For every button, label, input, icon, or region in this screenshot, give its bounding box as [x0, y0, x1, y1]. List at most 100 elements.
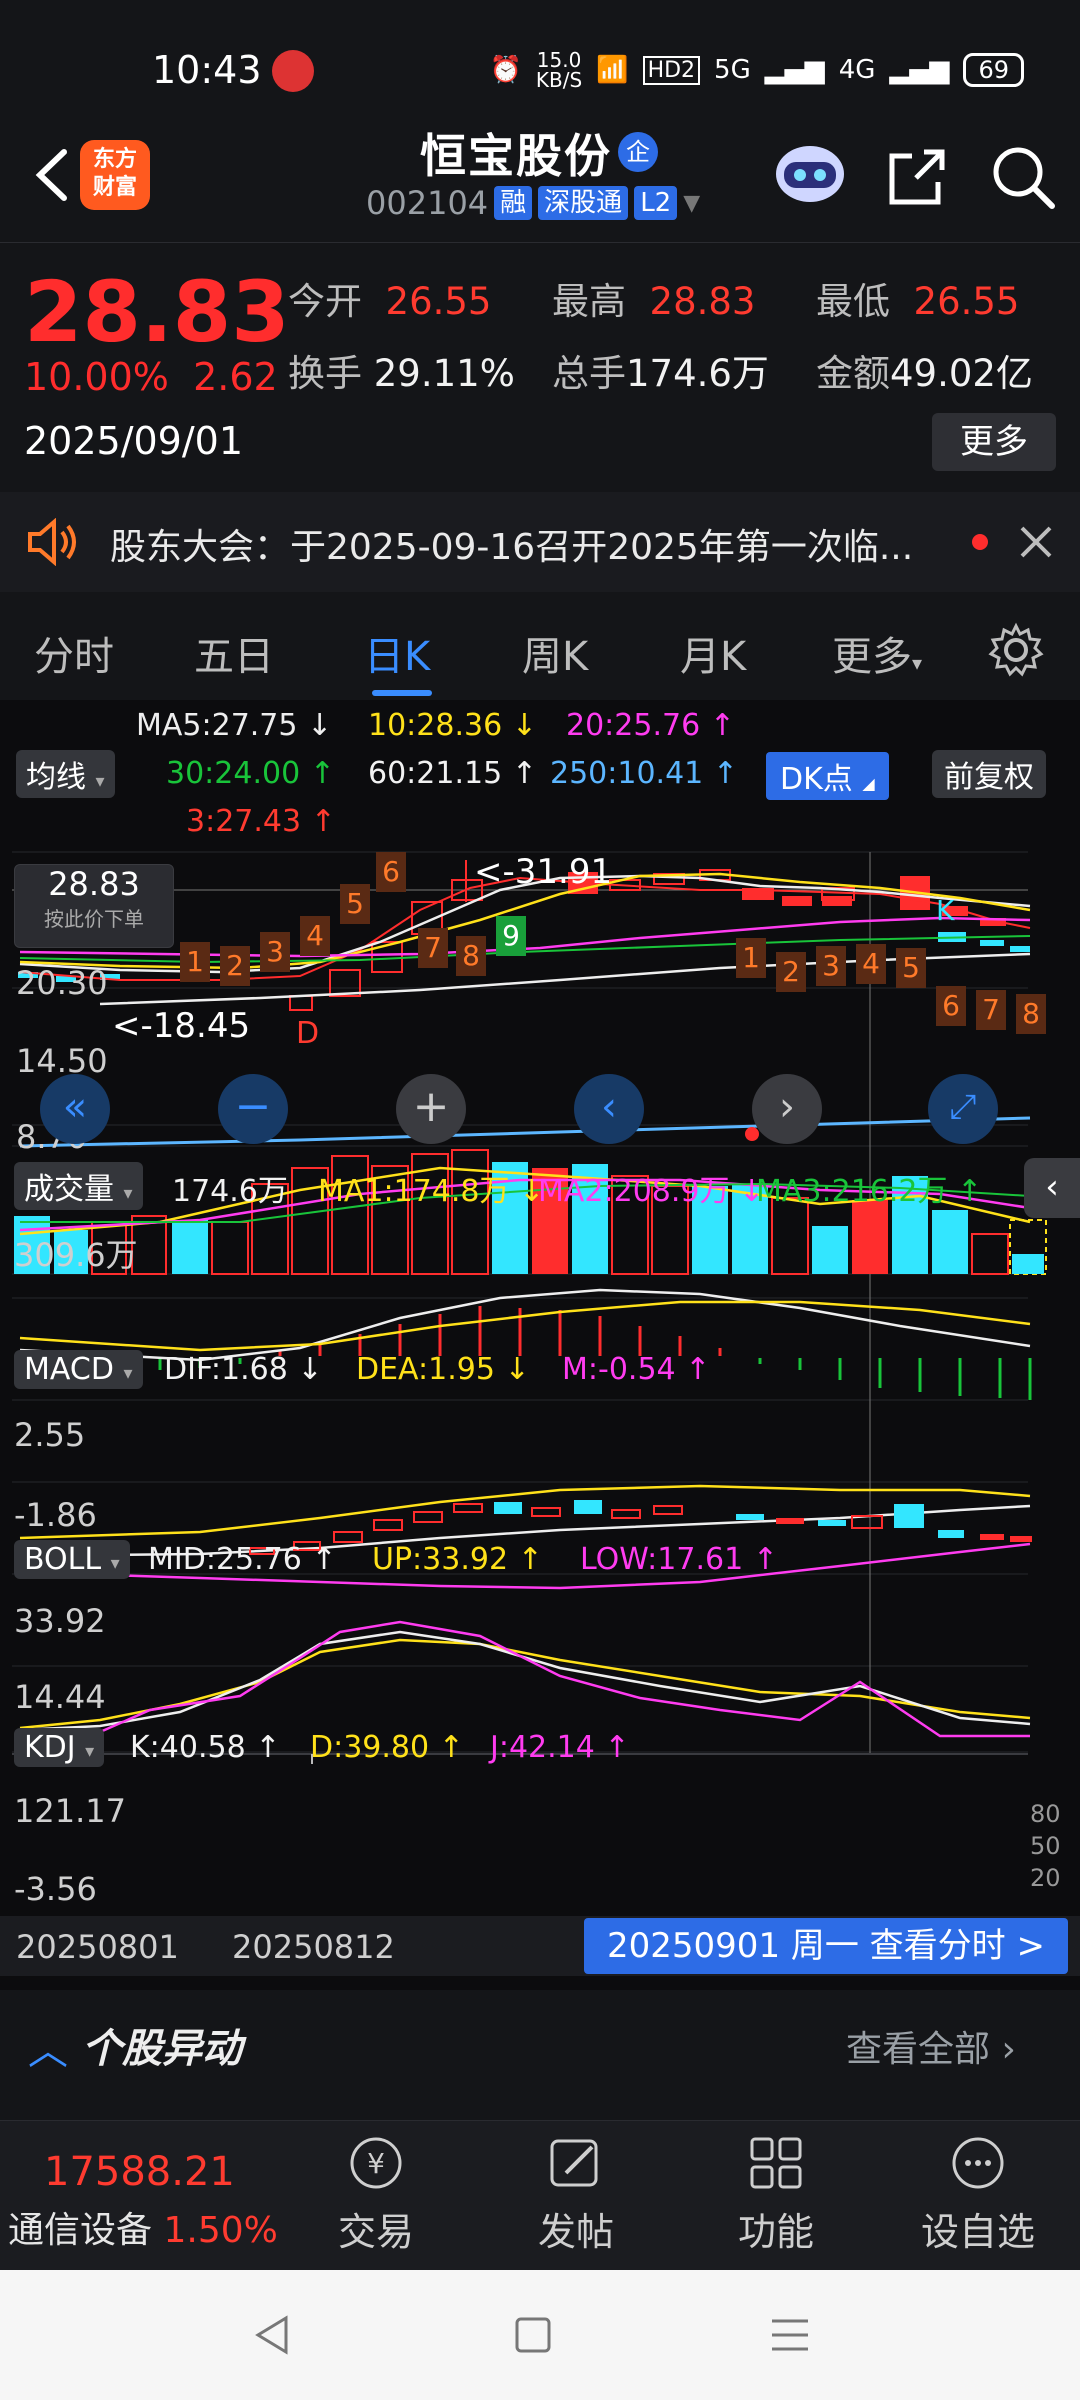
yen-exchange-icon: ¥	[350, 2137, 402, 2189]
quote-volume: 总手174.6万	[552, 352, 769, 395]
tab-intraday[interactable]: 分时	[34, 624, 114, 682]
connect-tag: 深股通	[538, 186, 629, 220]
minus-icon[interactable]: −	[218, 1074, 288, 1144]
macd-selector-button[interactable]: MACD ▾	[14, 1350, 143, 1389]
view-all-link[interactable]: 查看全部 ›	[846, 2020, 1016, 2072]
signal-icon-2: ▂▄▆	[889, 55, 950, 85]
active-tab-underline	[372, 690, 432, 696]
seq-down-1: 1	[736, 938, 766, 978]
tab-monthly-k[interactable]: 月K	[680, 624, 746, 682]
level2-tag: L2	[634, 186, 678, 220]
seq-up-7: 7	[418, 928, 448, 968]
tab-five-day[interactable]: 五日	[194, 624, 274, 682]
boll-low: LOW:17.61 ↑	[580, 1542, 778, 1577]
timeline-date-1: 20250801	[16, 1928, 179, 1966]
boll-selector-button[interactable]: BOLL ▾	[14, 1540, 130, 1579]
nav-back-icon[interactable]	[252, 2314, 292, 2356]
more-quote-button[interactable]: 更多	[932, 413, 1056, 471]
notice-bar[interactable]: 股东大会：于2025-09-16召开2025年第一次临...	[0, 492, 1080, 592]
dk-point-button[interactable]: DK点 ◢	[766, 752, 889, 800]
ma-selector-button[interactable]: 均线 ▾	[16, 750, 115, 798]
seq-up-9: 9	[496, 916, 526, 956]
zoom-out-far-icon[interactable]: «	[40, 1074, 110, 1144]
quote-turnover: 换手 29.11%	[288, 352, 515, 395]
nav-menu-icon[interactable]	[770, 2316, 810, 2354]
volume-ma1: MA1:174.8万 ↓	[318, 1174, 545, 1209]
chevron-right-icon[interactable]: ›	[752, 1074, 822, 1144]
more-dots-icon	[952, 2137, 1004, 2189]
boll-up: UP:33.92 ↑	[372, 1542, 543, 1577]
boll-axis-bottom: 14.44	[14, 1678, 106, 1716]
ma3-value: 3:27.43 ↑	[186, 804, 336, 839]
chevron-left-icon[interactable]: ‹	[574, 1074, 644, 1144]
chevron-up-icon[interactable]: ︿	[28, 2018, 68, 2076]
hd-badge: HD2	[642, 55, 701, 85]
sector-index[interactable]: 17588.21 通信设备 1.50%	[0, 2121, 290, 2271]
timeline-date-2: 20250812	[232, 1928, 395, 1966]
share-icon[interactable]	[882, 142, 952, 212]
app-notification-icon	[272, 50, 314, 92]
quote-open: 今开 26.55	[288, 280, 492, 323]
view-intraday-button[interactable]: 20250901 周一 查看分时 >	[584, 1918, 1068, 1974]
seq-up-6: 6	[376, 852, 406, 892]
collapse-panel-icon[interactable]: ‹	[1024, 1158, 1080, 1218]
trade-button[interactable]: ¥ 交易	[296, 2133, 456, 2256]
status-time: 10:43	[152, 48, 262, 92]
quote-high: 最高 28.83	[552, 280, 756, 323]
close-icon[interactable]	[1018, 524, 1054, 560]
settings-gear-icon[interactable]	[988, 622, 1044, 678]
search-icon[interactable]	[988, 142, 1058, 212]
kdj-level-50: 50	[1030, 1832, 1061, 1860]
alarm-icon: ⏰	[489, 55, 522, 85]
macd-axis-bottom: -1.86	[14, 1496, 97, 1534]
stock-movement-section: ︿ 个股异动 查看全部 ›	[0, 1990, 1080, 2100]
quote-date: 2025/09/01	[24, 419, 244, 463]
ma30-value: 30:24.00 ↑	[166, 756, 335, 791]
seq-down-5: 5	[896, 948, 926, 988]
seq-up-5: 5	[340, 884, 370, 924]
unread-dot	[972, 534, 988, 550]
app-logo: 东方 财富	[80, 140, 150, 210]
ma5-value: MA5:27.75 ↓	[136, 708, 333, 743]
seq-up-3: 3	[260, 932, 290, 972]
wifi-icon: 📶	[596, 55, 629, 85]
sector-index-value: 17588.21	[44, 2149, 235, 2195]
stock-name[interactable]: 恒宝股份	[420, 120, 612, 186]
price-change: 10.00% 2.62	[24, 355, 278, 399]
robot-assistant-icon[interactable]	[770, 136, 850, 208]
tab-weekly-k[interactable]: 周K	[522, 624, 588, 682]
fullscreen-icon[interactable]: ⤢	[928, 1074, 998, 1144]
kdj-selector-button[interactable]: KDJ ▾	[14, 1728, 105, 1767]
adjust-price-button[interactable]: 前复权	[932, 750, 1046, 798]
tab-daily-k[interactable]: 日K	[364, 624, 430, 682]
post-button[interactable]: 发帖	[496, 2133, 656, 2256]
volume-selector-button[interactable]: 成交量 ▾	[14, 1162, 143, 1210]
period-tabs: 分时 五日 日K 周K 月K 更多▾	[0, 600, 1080, 700]
kline-chart-area[interactable]: MA5:27.75 ↓ 10:28.36 ↓ 20:25.76 ↑ 均线 ▾ 3…	[0, 700, 1080, 1990]
order-price-hint: 按此价下单	[44, 907, 144, 931]
ma250-value: 250:10.41 ↑	[550, 756, 738, 791]
header: 东方 财富 恒宝股份 企 002104 融 深股通 L2 ▼	[0, 110, 1080, 242]
speaker-icon	[28, 518, 76, 566]
kdj-d: D:39.80 ↑	[310, 1730, 464, 1765]
plus-icon[interactable]: +	[396, 1074, 466, 1144]
function-button[interactable]: 功能	[696, 2133, 856, 2256]
nav-home-icon[interactable]	[514, 2316, 552, 2354]
add-watchlist-button[interactable]: 设自选	[898, 2133, 1058, 2256]
ma20-value: 20:25.76 ↑	[566, 708, 735, 743]
quote-panel: 28.83 10.00% 2.62 2025/09/01 今开 26.55 最高…	[0, 242, 1080, 482]
order-price-box[interactable]: 28.83 按此价下单	[14, 864, 174, 948]
seq-down-3: 3	[816, 946, 846, 986]
tab-more[interactable]: 更多▾	[832, 624, 922, 682]
edit-icon	[550, 2139, 598, 2187]
svg-text:¥: ¥	[367, 2147, 385, 2180]
status-icons: ⏰ 15.0 KB/S 📶 HD2 5G ▂▄▆ 4G ▂▄▆ 69	[490, 50, 1024, 90]
seq-down-2: 2	[776, 952, 806, 992]
seq-up-2: 2	[220, 946, 250, 986]
function-label: 功能	[737, 2210, 814, 2254]
back-icon[interactable]	[22, 140, 82, 210]
price-axis-2: 14.50	[16, 1042, 108, 1080]
seq-up-8: 8	[456, 936, 486, 976]
stock-code-row[interactable]: 002104 融 深股通 L2 ▼	[366, 184, 700, 222]
add-watchlist-label: 设自选	[920, 2210, 1035, 2254]
